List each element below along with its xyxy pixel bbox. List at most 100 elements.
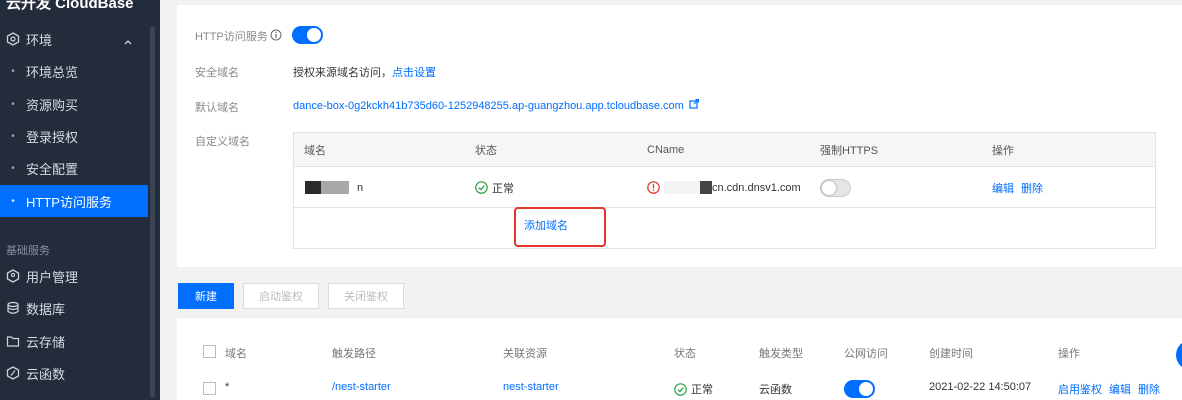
set-secure-domain-link[interactable]: 点击设置 (392, 67, 436, 79)
sidebar-item-label: 安全配置 (26, 161, 79, 177)
column-header-trigger-type: 触发类型 (759, 348, 803, 360)
public-access-toggle[interactable] (844, 380, 875, 398)
disable-auth-button[interactable]: 关闭鉴权 (328, 283, 404, 309)
sidebar-item-label: HTTP访问服务 (26, 194, 112, 210)
sidebar-item-label: 登录授权 (26, 129, 79, 145)
force-https-toggle[interactable] (820, 178, 851, 197)
user-icon (0, 269, 26, 283)
column-header-force-https: 强制HTTPS (820, 145, 879, 157)
success-check-icon (674, 382, 687, 396)
redacted-block (305, 181, 321, 194)
route-created-time: 2021-02-22 14:50:07 (929, 381, 1032, 393)
folder-icon (0, 334, 26, 348)
bullet-icon: • (11, 162, 15, 174)
cname-text: cn.cdn.dnsv1.com (712, 181, 801, 194)
route-path-link[interactable]: /nest-starter (332, 381, 391, 393)
warning-icon[interactable] (647, 181, 660, 194)
redacted-block (700, 181, 712, 194)
http-service-label: HTTP访问服务 (195, 28, 282, 44)
route-status-cell: 正常 (674, 381, 713, 397)
delete-domain-link[interactable]: 删除 (1021, 180, 1043, 196)
sidebar-item-storage[interactable]: 云存储 (0, 325, 148, 357)
brand-title: 云开发 CloudBase (6, 0, 134, 12)
edit-route-link[interactable]: 编辑 (1109, 381, 1131, 397)
external-link-icon[interactable] (689, 98, 699, 112)
edit-domain-link[interactable]: 编辑 (992, 180, 1014, 196)
column-header-path: 触发路径 (332, 348, 376, 360)
default-domain-value: dance-box-0g2kckh41b735d60-1252948255.ap… (293, 98, 699, 112)
column-header-actions: 操作 (1058, 348, 1080, 360)
domain-cell: n (305, 167, 363, 208)
sidebar-item-security[interactable]: • 安全配置 (0, 152, 148, 184)
table-header: 域名 状态 CName 强制HTTPS 操作 (294, 133, 1155, 167)
secure-domain-text: 授权来源域名访问， (293, 67, 392, 79)
route-resource-link[interactable]: nest-starter (503, 381, 559, 393)
sidebar-item-env-overview[interactable]: • 环境总览 (0, 55, 148, 87)
sidebar-item-label: 用户管理 (26, 269, 79, 285)
column-header-cname: CName (647, 144, 685, 156)
sidebar-group-label: 基础服务 (6, 245, 50, 257)
hexagon-icon (0, 32, 26, 46)
sidebar-item-login-auth[interactable]: • 登录授权 (0, 120, 148, 152)
bullet-icon: • (11, 65, 15, 77)
delete-route-link[interactable]: 删除 (1138, 381, 1160, 397)
force-https-cell (820, 167, 851, 208)
select-all-checkbox[interactable] (203, 345, 216, 358)
sidebar-item-label: 云函数 (26, 366, 66, 382)
route-table-panel: 域名 触发路径 关联资源 状态 触发类型 公网访问 创建时间 操作 * /nes… (177, 318, 1182, 400)
sidebar-item-functions[interactable]: 云函数 (0, 357, 148, 389)
custom-domain-table: 域名 状态 CName 强制HTTPS 操作 n 正常 cn.cdn.dnsv1… (293, 132, 1156, 249)
sidebar-item-label: 资源购买 (26, 97, 79, 113)
route-trigger-type: 云函数 (759, 384, 792, 396)
sidebar-item-label: 环境总览 (26, 64, 79, 80)
column-header-domain: 域名 (304, 145, 326, 157)
sidebar-scrollbar[interactable] (150, 26, 155, 398)
cname-cell: cn.cdn.dnsv1.com (647, 167, 801, 208)
secure-domain-label: 安全域名 (195, 67, 239, 79)
column-header-actions: 操作 (992, 145, 1014, 157)
custom-domain-label: 自定义域名 (195, 136, 250, 148)
sidebar: 云开发 CloudBase 环境 • 环境总览 • 资源购买 • 登录授权 • … (0, 0, 160, 400)
sidebar-item-label: 环境 (26, 32, 53, 48)
sidebar-item-http-service[interactable]: • HTTP访问服务 (0, 185, 148, 217)
actions-cell: 编辑 删除 (992, 167, 1043, 208)
bullet-icon: • (11, 98, 15, 110)
redacted-block (321, 181, 349, 194)
enable-auth-link[interactable]: 启用鉴权 (1058, 381, 1102, 397)
new-button[interactable]: 新建 (178, 283, 234, 309)
column-header-domain: 域名 (225, 348, 247, 360)
default-domain-link[interactable]: dance-box-0g2kckh41b735d60-1252948255.ap… (293, 100, 684, 112)
table-row: n 正常 cn.cdn.dnsv1.com 编辑 删除 (294, 167, 1155, 208)
row-checkbox[interactable] (203, 382, 216, 395)
column-header-resource: 关联资源 (503, 348, 547, 360)
route-domain-cell: * (225, 381, 230, 393)
bullet-icon: • (11, 195, 15, 207)
http-service-toggle[interactable] (292, 26, 323, 44)
bullet-icon: • (11, 130, 15, 142)
http-service-label-text: HTTP访问服务 (195, 31, 268, 43)
status-cell: 正常 (475, 167, 514, 208)
secure-domain-value: 授权来源域名访问，点击设置 (293, 64, 436, 80)
redacted-block (664, 181, 700, 194)
sidebar-item-label: 云存储 (26, 334, 66, 350)
sidebar-item-purchase[interactable]: • 资源购买 (0, 88, 148, 120)
column-header-public-access: 公网访问 (844, 348, 888, 360)
status-text: 正常 (492, 182, 514, 195)
database-icon (0, 301, 26, 315)
route-actions-cell: 启用鉴权 编辑 删除 (1058, 381, 1160, 397)
column-header-status: 状态 (674, 348, 696, 360)
domain-text: n (357, 181, 364, 194)
info-icon[interactable] (270, 29, 282, 44)
sidebar-item-label: 数据库 (26, 301, 66, 317)
status-text: 正常 (691, 384, 713, 396)
sidebar-item-database[interactable]: 数据库 (0, 292, 148, 324)
default-domain-label: 默认域名 (195, 102, 239, 114)
sidebar-item-users[interactable]: 用户管理 (0, 260, 148, 292)
sidebar-item-env[interactable]: 环境 (0, 23, 148, 55)
http-service-panel: HTTP访问服务 安全域名 授权来源域名访问，点击设置 默认域名 dance-b… (177, 5, 1182, 267)
success-check-icon (475, 181, 488, 194)
function-icon (0, 366, 26, 380)
chevron-up-icon (124, 33, 132, 48)
add-domain-link[interactable]: 添加域名 (524, 217, 568, 233)
enable-auth-button[interactable]: 启动鉴权 (243, 283, 319, 309)
